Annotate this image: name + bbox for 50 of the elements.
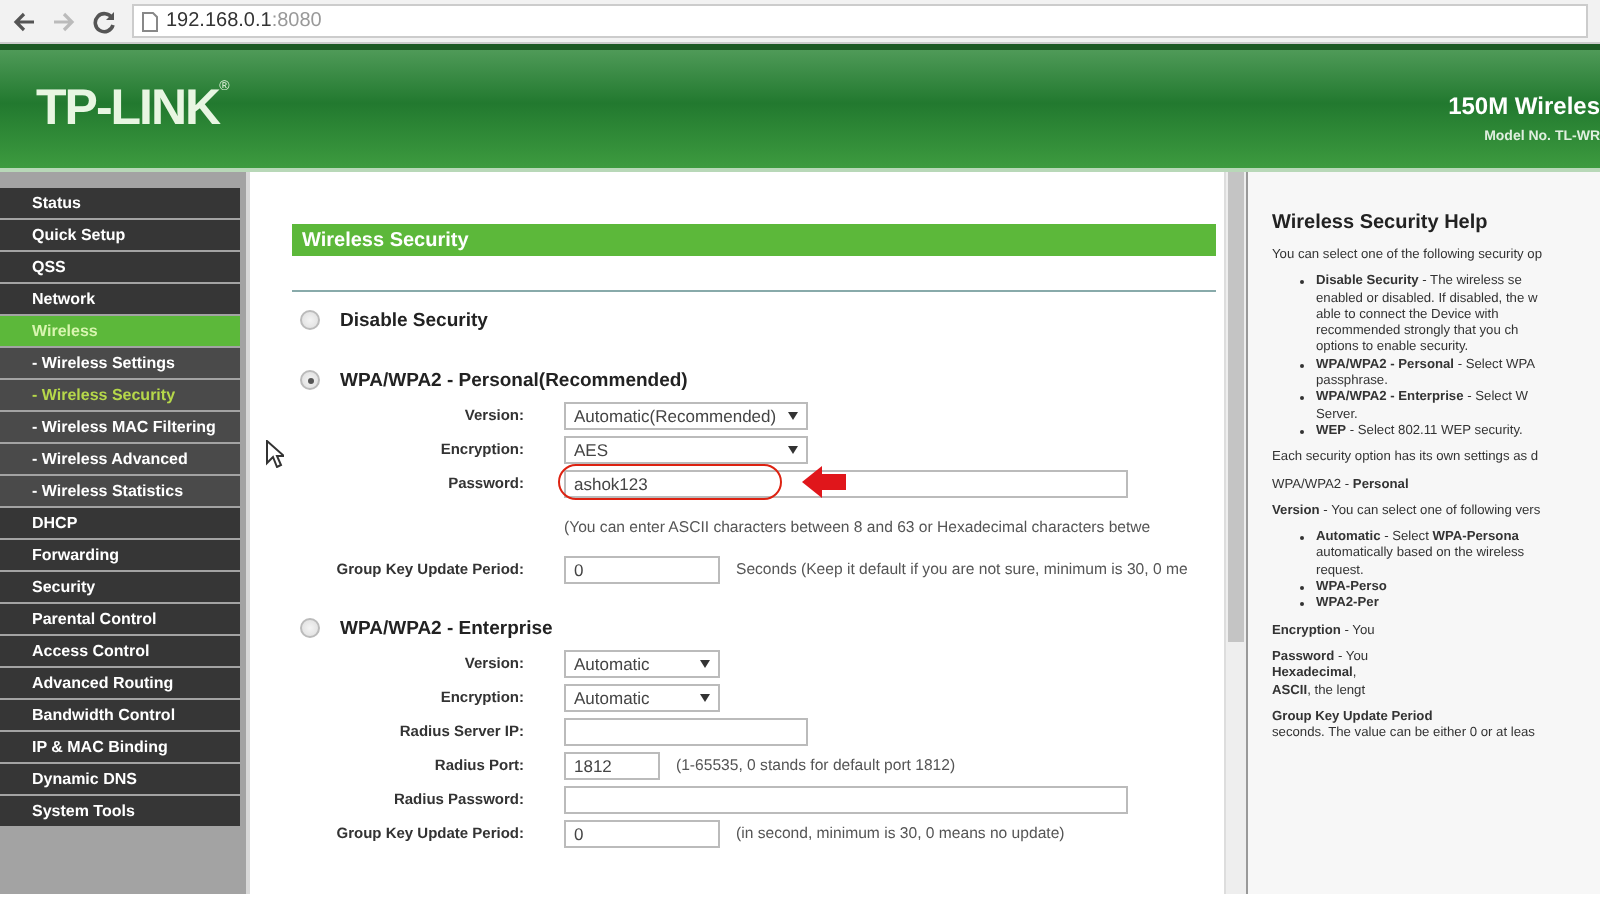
back-icon[interactable] xyxy=(12,9,36,33)
sidebar-item[interactable]: - Wireless Statistics xyxy=(0,476,240,506)
sidebar-item[interactable]: Parental Control xyxy=(0,604,240,634)
cursor-icon xyxy=(266,440,284,468)
sidebar-item[interactable]: Network xyxy=(0,284,240,314)
section-title: Wireless Security xyxy=(292,224,1216,256)
option-label: WPA/WPA2 - Enterprise xyxy=(340,617,553,639)
scrollbar[interactable] xyxy=(1224,172,1246,894)
input-field[interactable] xyxy=(564,785,1128,813)
logo: TP-LINK xyxy=(36,80,220,138)
address-bar[interactable]: 192.168.0.1:8080 xyxy=(132,4,1588,38)
sidebar-item[interactable]: IP & MAC Binding xyxy=(0,732,240,762)
caret-icon xyxy=(788,411,798,419)
reload-icon[interactable] xyxy=(92,9,116,33)
sidebar-item[interactable]: DHCP xyxy=(0,508,240,538)
forward-icon[interactable] xyxy=(52,9,76,33)
sidebar-item[interactable]: - Wireless Advanced xyxy=(0,444,240,474)
option-label: WPA/WPA2 - Personal(Recommended) xyxy=(340,369,688,391)
caret-icon xyxy=(700,659,710,667)
sidebar-item[interactable]: - Wireless Security xyxy=(0,380,240,410)
radio-button[interactable] xyxy=(300,310,320,330)
product-name: 150M Wireles xyxy=(1448,91,1600,119)
caret-icon xyxy=(700,693,710,701)
input-field[interactable] xyxy=(564,717,808,745)
page-icon xyxy=(142,11,158,31)
dropdown[interactable]: Automatic xyxy=(564,683,720,711)
sidebar-item[interactable]: Advanced Routing xyxy=(0,668,240,698)
arrow-overlay xyxy=(800,463,848,499)
sidebar-item[interactable]: System Tools xyxy=(0,796,240,826)
input-field[interactable]: 1812 xyxy=(564,751,660,779)
caret-icon xyxy=(788,445,798,453)
sidebar-item[interactable]: - Wireless Settings xyxy=(0,348,240,378)
sidebar-item[interactable]: QSS xyxy=(0,252,240,282)
sidebar-item[interactable]: Bandwidth Control xyxy=(0,700,240,730)
option-label: Disable Security xyxy=(340,309,488,331)
dropdown[interactable]: Automatic(Recommended) xyxy=(564,401,808,429)
sidebar-item[interactable]: Quick Setup xyxy=(0,220,240,250)
sidebar-item[interactable]: Security xyxy=(0,572,240,602)
input-field[interactable]: 0 xyxy=(564,555,720,583)
input-field[interactable]: 0 xyxy=(564,819,720,847)
sidebar-item[interactable]: Status xyxy=(0,188,240,218)
radio-button[interactable] xyxy=(300,370,320,390)
sidebar-item[interactable]: Access Control xyxy=(0,636,240,666)
sidebar-item[interactable]: Forwarding xyxy=(0,540,240,570)
dropdown[interactable]: Automatic xyxy=(564,649,720,677)
help-title: Wireless Security Help xyxy=(1272,212,1490,234)
sidebar-item[interactable]: Dynamic DNS xyxy=(0,764,240,794)
radio-button[interactable] xyxy=(300,618,320,638)
dropdown[interactable]: AES xyxy=(564,435,808,463)
sidebar-item[interactable]: - Wireless MAC Filtering xyxy=(0,412,240,442)
